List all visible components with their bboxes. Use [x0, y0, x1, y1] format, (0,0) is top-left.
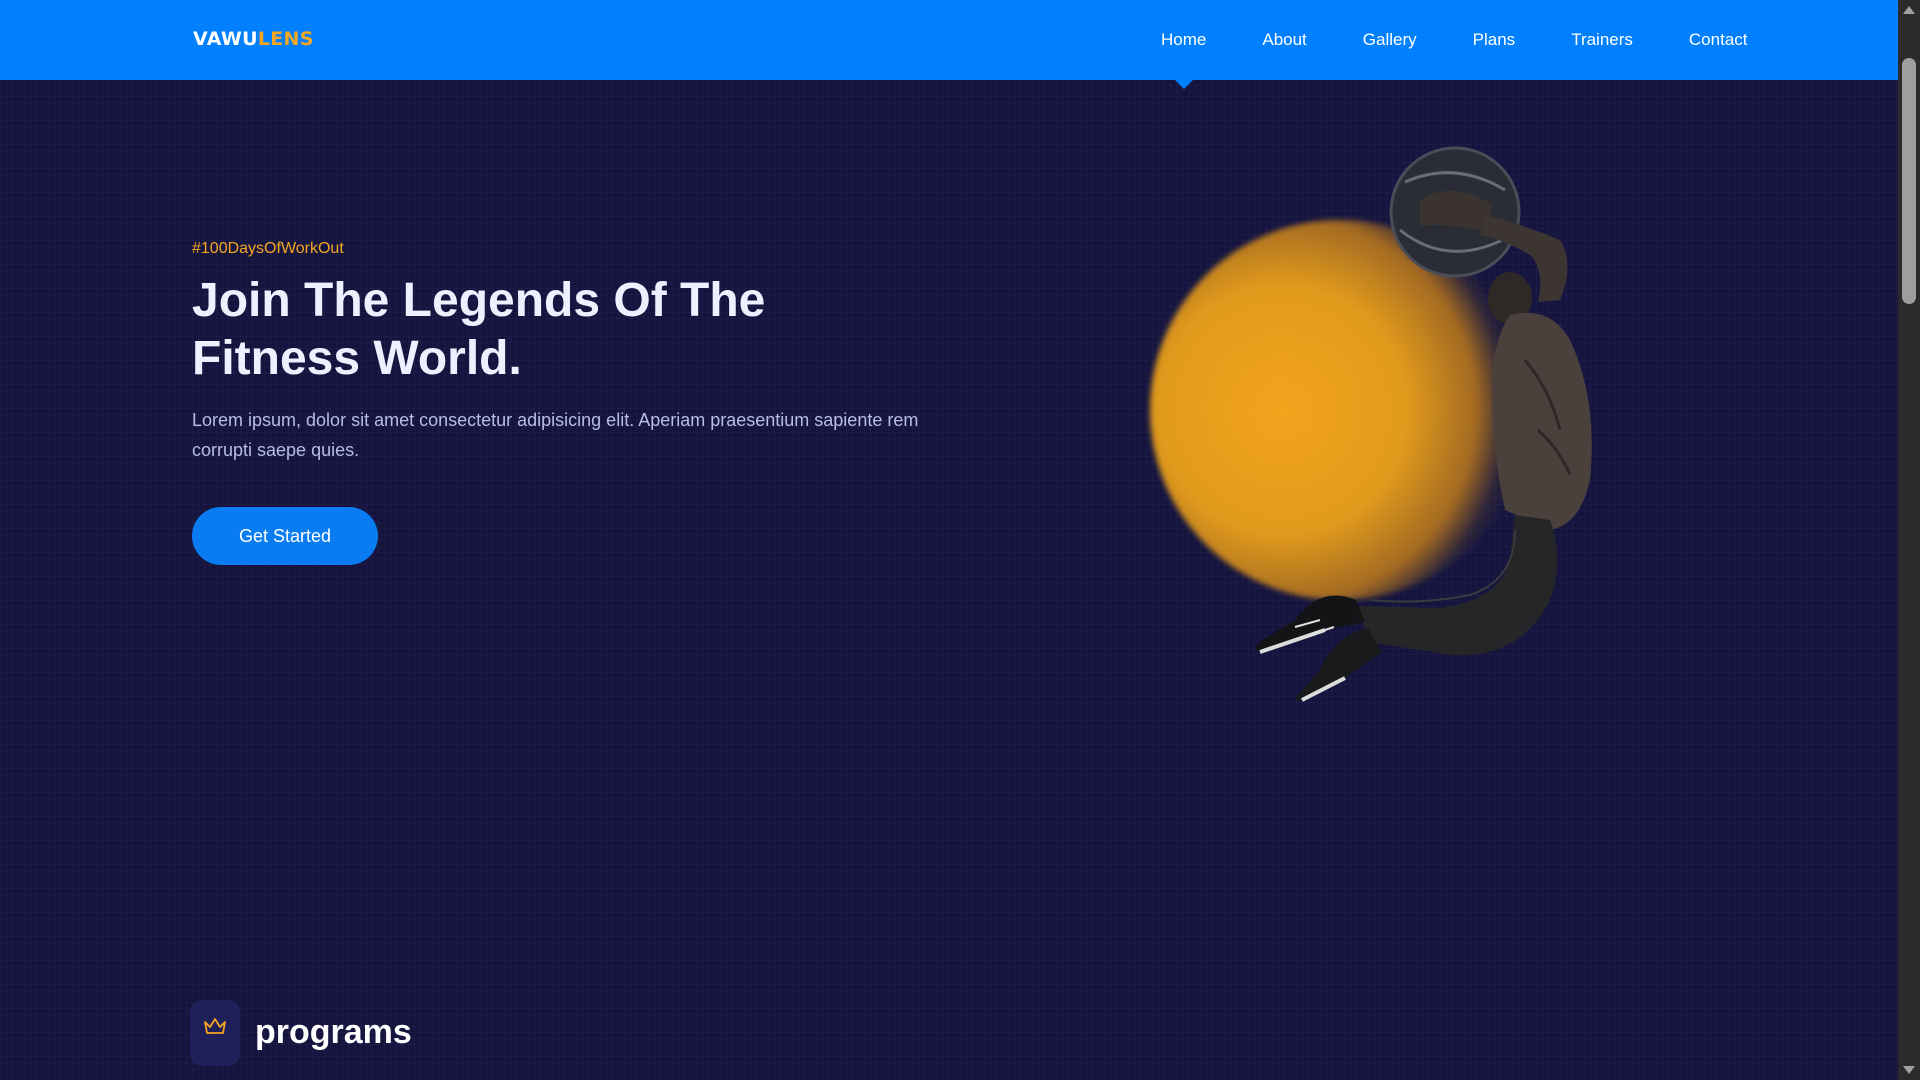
programs-title: programs	[255, 1013, 412, 1051]
scroll-down-arrow-icon[interactable]	[1903, 1066, 1915, 1074]
nav-link-plans[interactable]: Plans	[1445, 30, 1544, 50]
nav-links: Home About Gallery Plans Trainers Contac…	[1133, 0, 1776, 89]
navbar: VAWULENS Home About Gallery Plans Traine…	[0, 0, 1898, 89]
nav-link-contact[interactable]: Contact	[1661, 30, 1776, 50]
athlete-figure	[1255, 146, 1592, 702]
logo-accent: LENS	[257, 28, 314, 50]
nav-item-trainers: Trainers	[1543, 30, 1661, 50]
nav-link-home[interactable]: Home	[1133, 30, 1234, 50]
nav-item-plans: Plans	[1445, 30, 1544, 50]
nav-link-trainers[interactable]: Trainers	[1543, 30, 1661, 50]
programs-icon-box	[190, 1000, 240, 1066]
logo-primary: VAWU	[193, 28, 258, 50]
nav-link-gallery[interactable]: Gallery	[1335, 30, 1445, 50]
hero-hashtag: #100DaysOfWorkOut	[192, 240, 344, 257]
nav-item-home: Home	[1133, 30, 1234, 89]
nav-link-about[interactable]: About	[1234, 30, 1334, 50]
crown-icon	[204, 1018, 226, 1034]
nav-item-about: About	[1234, 30, 1334, 50]
active-nav-indicator	[1172, 78, 1195, 89]
hero-athlete-image	[1120, 130, 1640, 710]
nav-item-gallery: Gallery	[1335, 30, 1445, 50]
nav-item-contact: Contact	[1661, 30, 1776, 50]
logo[interactable]: VAWULENS	[193, 28, 314, 50]
scroll-up-arrow-icon[interactable]	[1903, 6, 1915, 14]
hero-title: Join The Legends Of The Fitness World.	[192, 274, 766, 385]
scroll-thumb[interactable]	[1902, 58, 1916, 304]
scrollbar[interactable]	[1898, 0, 1920, 1080]
get-started-button[interactable]: Get Started	[192, 507, 378, 565]
hero-description: Lorem ipsum, dolor sit amet consectetur …	[192, 410, 919, 460]
